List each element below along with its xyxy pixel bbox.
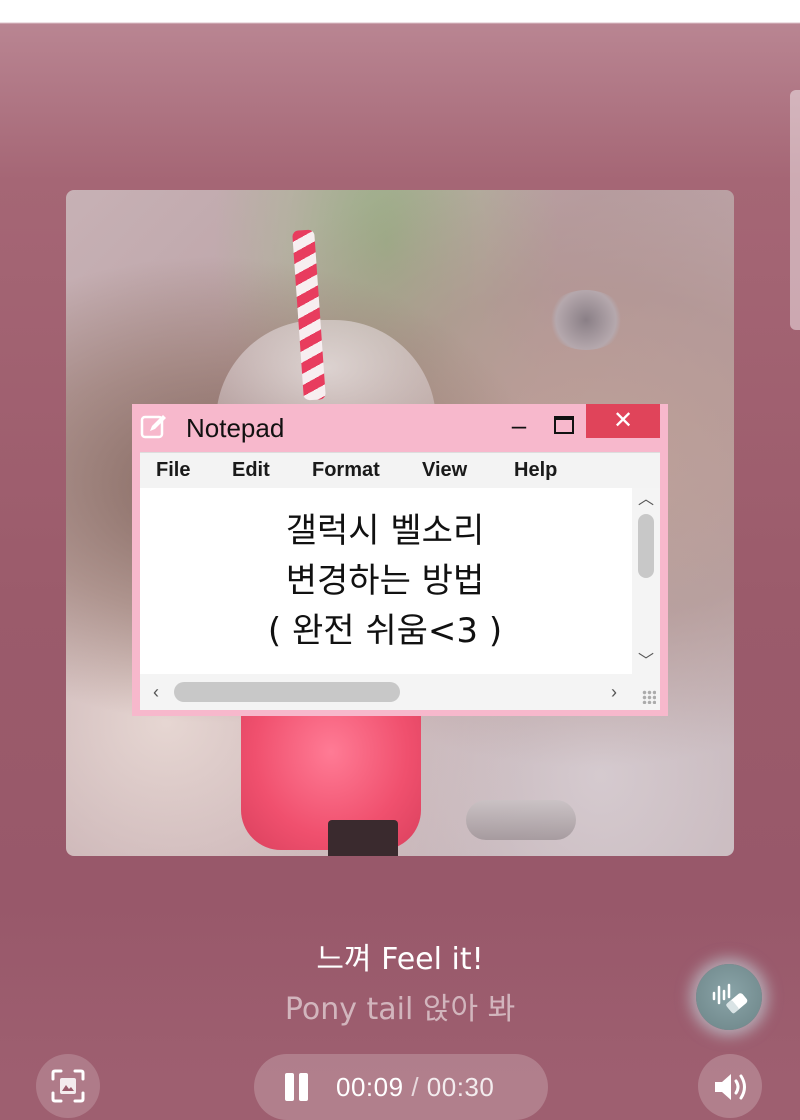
close-button[interactable]: ✕ [586, 404, 660, 438]
maximize-icon [554, 416, 574, 434]
menu-format[interactable]: Format [312, 459, 380, 482]
menu-view[interactable]: View [422, 459, 467, 482]
notepad-window: Notepad – ✕ File Edit Format View Help 갤… [132, 404, 668, 716]
horizontal-scroll-thumb[interactable] [174, 682, 400, 702]
status-strip [0, 0, 800, 22]
resize-grip-icon[interactable] [642, 690, 656, 704]
notepad-line: 갤럭시 벨소리 [285, 511, 485, 551]
edit-icon [140, 415, 166, 439]
edge-panel-handle[interactable] [790, 90, 800, 330]
elapsed-time: 00:09 [336, 1072, 404, 1102]
menu-help[interactable]: Help [514, 459, 557, 482]
vertical-scroll-thumb[interactable] [638, 514, 654, 578]
pause-icon[interactable] [282, 1073, 310, 1101]
notepad-text-area[interactable]: 갤럭시 벨소리 변경하는 방법 ( 완전 쉬움<3 ) ︿ ﹀ ‹ › [140, 488, 660, 710]
menu-edit[interactable]: Edit [232, 459, 270, 482]
vertical-scrollbar[interactable]: ︿ ﹀ [632, 488, 660, 674]
notepad-line: ( 완전 쉬움<3 ) [267, 611, 503, 651]
lyric-current-line: 느껴 Feel it! [316, 942, 484, 977]
image-scan-icon [51, 1069, 85, 1103]
total-time: 00:30 [426, 1072, 495, 1102]
voice-eraser-icon [712, 983, 748, 1014]
menu-file[interactable]: File [156, 459, 190, 482]
maximize-button[interactable] [546, 412, 580, 442]
scroll-right-icon[interactable]: › [606, 682, 622, 702]
volume-icon [715, 1074, 746, 1100]
notepad-titlebar[interactable]: Notepad – ✕ [132, 404, 668, 452]
image-scan-button[interactable] [36, 1054, 100, 1118]
album-art-bracelet [466, 800, 576, 840]
pause-bar-right [299, 1073, 308, 1101]
notepad-text: 갤럭시 벨소리 변경하는 방법 ( 완전 쉬움<3 ) [140, 506, 630, 656]
time-separator: / [411, 1072, 420, 1102]
album-art-shadow [328, 820, 398, 856]
voice-eraser-button[interactable] [696, 964, 762, 1030]
scroll-up-icon[interactable]: ︿ [638, 492, 654, 508]
minimize-button[interactable]: – [502, 410, 536, 444]
notepad-line: 변경하는 방법 [285, 561, 485, 601]
pause-bar-left [285, 1073, 294, 1101]
horizontal-scrollbar[interactable]: ‹ › [140, 674, 660, 710]
notepad-menubar: File Edit Format View Help [140, 452, 660, 489]
album-art-necklace [546, 290, 626, 350]
playback-control: 00:09 / 00:30 [254, 1054, 548, 1120]
scroll-left-icon[interactable]: ‹ [148, 682, 164, 702]
playback-time: 00:09 / 00:30 [336, 1072, 494, 1103]
music-player-screen: Notepad – ✕ File Edit Format View Help 갤… [0, 0, 800, 1120]
volume-button[interactable] [698, 1054, 762, 1118]
lyric-next-line: Pony tail 앉아 봐 [284, 992, 516, 1027]
notepad-title: Notepad [186, 413, 285, 443]
scroll-down-icon[interactable]: ﹀ [638, 654, 654, 670]
